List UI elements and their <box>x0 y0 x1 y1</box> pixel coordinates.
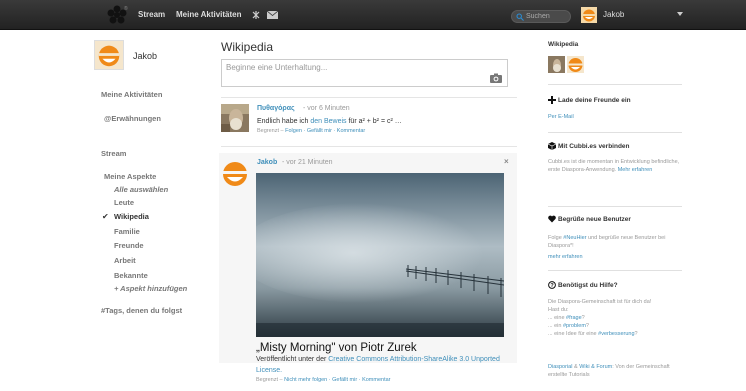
diaspora-logo-icon[interactable]: ® <box>106 5 128 25</box>
help-question: Hast du: <box>548 307 569 313</box>
divider <box>548 84 682 85</box>
search-icon <box>516 13 524 21</box>
divider <box>548 270 682 271</box>
profile-name[interactable]: Jakob <box>133 51 157 61</box>
help-item-end: ? <box>634 331 638 337</box>
checkmark-icon: ✔ <box>102 212 109 221</box>
divider <box>221 146 517 147</box>
aspect-item-arbeit[interactable]: Arbeit <box>114 256 136 265</box>
aspect-item-leute[interactable]: Leute <box>114 198 134 207</box>
invite-email-link[interactable]: Per E-Mail <box>548 114 574 120</box>
post-meta: Begrenzt – Folgen · Gefällt mir · Kommen… <box>257 128 365 134</box>
help-intro: Die Diaspora-Gemeinschaft ist für dich d… <box>548 299 652 305</box>
plus-icon <box>548 96 556 104</box>
help-item-problem: ... ein #problem? <box>548 322 682 330</box>
close-icon[interactable]: × <box>504 157 509 166</box>
aspect-select-all[interactable]: Alle auswählen <box>114 185 168 194</box>
welcome-more-link[interactable]: mehr erfahren <box>548 254 583 260</box>
add-aspect-link[interactable]: + Aspekt hinzufügen <box>114 284 187 293</box>
member-avatar[interactable] <box>567 56 584 73</box>
welcome-text-start: Folge <box>548 235 564 241</box>
diasporial-link[interactable]: Diasporial <box>548 364 572 370</box>
post-text-end: für a² + b² = c² … <box>346 118 402 125</box>
mentions-link[interactable]: @Erwähnungen <box>104 114 161 123</box>
search-box[interactable] <box>511 10 571 23</box>
post-meta: Begrenzt – Nicht mehr folgen · Gefällt m… <box>256 377 391 383</box>
publisher-input[interactable] <box>226 63 476 83</box>
welcome-tag-link[interactable]: #NeuHier <box>563 235 586 241</box>
page-title: Wikipedia <box>221 40 274 54</box>
tag-link[interactable]: #frage <box>566 315 582 321</box>
tag-link[interactable]: #verbesserung <box>598 331 634 337</box>
help-icon: ? <box>548 281 556 289</box>
my-activities-link[interactable]: Meine Aktivitäten <box>101 90 162 99</box>
profile-avatar[interactable] <box>94 40 124 70</box>
post-author[interactable]: Πυθαγόρας <box>257 105 295 112</box>
help-item-end: ? <box>581 315 585 321</box>
tag-link[interactable]: #problem <box>563 323 586 329</box>
top-bar: ® Stream Meine Aktivitäten Jakob <box>0 0 746 30</box>
connect-title: Mit Cubbi.es verbinden <box>558 143 630 150</box>
post-visibility: Begrenzt – <box>256 377 285 383</box>
user-name-top: Jakob <box>603 10 625 19</box>
post-avatar[interactable] <box>221 159 249 187</box>
my-aspects-link[interactable]: Meine Aspekte <box>104 172 156 181</box>
invite-title: Lade deine Freunde ein <box>558 97 631 104</box>
post-link[interactable]: den Beweis <box>310 118 346 125</box>
help-title: Benötigst du Hilfe? <box>558 282 618 289</box>
help-item-text: ... eine Idee für eine <box>548 331 599 337</box>
user-avatar-small <box>581 7 597 23</box>
aspect-item-freunde[interactable]: Freunde <box>114 241 144 250</box>
user-menu[interactable]: Jakob <box>581 7 691 23</box>
help-text: Die Diaspora-Gemeinschaft ist für dich d… <box>548 298 682 338</box>
followed-tags-link[interactable]: #Tags, denen du folgst <box>101 306 182 315</box>
aspect-item-bekannte[interactable]: Bekannte <box>114 271 148 280</box>
post-timestamp[interactable]: - vor 6 Minuten <box>303 105 350 112</box>
post-visibility: Begrenzt – <box>257 128 286 134</box>
mail-icon[interactable] <box>267 11 278 19</box>
photo-license: Veröffentlicht unter der Creative Common… <box>256 354 506 376</box>
aspect-members-title: Wikipedia <box>548 41 579 48</box>
help-item-end: ? <box>585 323 589 329</box>
help-footer: Diasporial & Wiki & Forum: Von der Gemei… <box>548 363 682 379</box>
post-actions[interactable]: Nicht mehr folgen · Gefällt mir · Kommen… <box>284 377 390 383</box>
license-text: Veröffentlicht unter der <box>256 356 329 363</box>
post-avatar[interactable] <box>221 104 249 132</box>
aspect-item-familie[interactable]: Familie <box>114 227 140 236</box>
divider <box>548 206 682 207</box>
connect-description: Cubbi.es ist die momentan in Entwicklung… <box>548 159 680 173</box>
nav-activities-link[interactable]: Meine Aktivitäten <box>176 10 242 19</box>
chevron-down-icon[interactable] <box>677 11 683 17</box>
heart-icon <box>548 215 556 223</box>
help-item-text: ... eine <box>548 315 567 321</box>
publisher-box[interactable] <box>221 59 508 87</box>
connect-more-link[interactable]: Mehr erfahren <box>618 167 653 173</box>
welcome-title: Begrüße neue Benutzer <box>558 216 631 223</box>
post-timestamp[interactable]: - vor 21 Minuten <box>282 159 333 166</box>
post-text-start: Endlich habe ich <box>257 118 311 125</box>
search-input[interactable] <box>526 11 570 22</box>
divider <box>221 97 517 98</box>
post-photo[interactable] <box>256 173 504 337</box>
post-actions[interactable]: Folgen · Gefällt mir · Kommentar <box>285 128 365 134</box>
divider <box>548 132 682 133</box>
aspect-item-wikipedia[interactable]: Wikipedia <box>114 212 149 221</box>
notifications-icon[interactable] <box>251 10 261 20</box>
wiki-forum-link[interactable]: Wiki & Forum <box>579 364 612 370</box>
photo-title: „Misty Morning" von Piotr Zurek <box>256 342 417 354</box>
help-item-idea: ... eine Idee für eine #verbesserung? <box>548 330 682 338</box>
cube-icon <box>548 142 556 150</box>
stream-link[interactable]: Stream <box>101 149 126 158</box>
member-avatar[interactable] <box>548 56 565 73</box>
post-text: Endlich habe ich den Beweis für a² + b² … <box>257 118 402 125</box>
nav-stream-link[interactable]: Stream <box>138 10 165 19</box>
welcome-text: Folge #NeuHier und begrüße neue Benutzer… <box>548 234 682 250</box>
svg-text:®: ® <box>124 5 128 12</box>
help-item-question: ... eine #frage? <box>548 314 682 322</box>
connect-text: Cubbi.es ist die momentan in Entwicklung… <box>548 158 682 174</box>
help-item-text: ... ein <box>548 323 563 329</box>
camera-icon[interactable] <box>490 73 502 83</box>
post-author[interactable]: Jakob <box>257 159 277 166</box>
